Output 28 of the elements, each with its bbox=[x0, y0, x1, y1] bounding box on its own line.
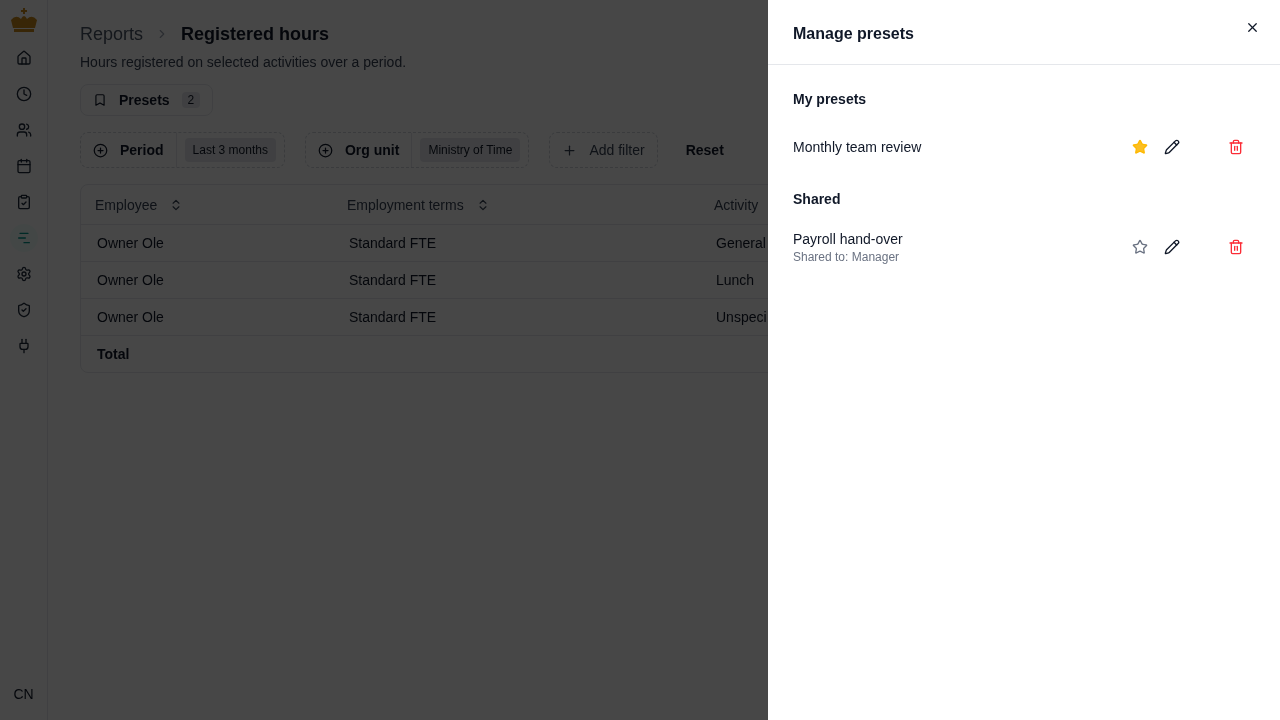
section-title: My presets bbox=[793, 90, 868, 109]
table-cell: Unspeci bbox=[716, 309, 767, 325]
preset-note: Shared to: Manager bbox=[793, 249, 901, 265]
pencil-icon bbox=[1164, 239, 1180, 255]
table-cell: Standard FTE bbox=[349, 235, 437, 251]
table-cell: Lunch bbox=[716, 272, 755, 288]
reset-button[interactable]: Reset bbox=[677, 140, 732, 160]
trash-icon bbox=[1228, 239, 1244, 255]
table-cell: Owner Ole bbox=[97, 272, 164, 288]
preset-name[interactable]: Monthly team review bbox=[793, 137, 1128, 157]
drawer-title: Manage presets bbox=[793, 24, 914, 44]
table-cell: Standard FTE bbox=[349, 309, 437, 325]
table-cell: Owner Ole bbox=[97, 235, 164, 251]
table-cell: Owner Ole bbox=[97, 309, 164, 325]
pencil-icon bbox=[1164, 139, 1180, 155]
page-title: Registered hours bbox=[181, 23, 330, 46]
section-title: Shared bbox=[793, 190, 842, 209]
close-icon bbox=[1245, 20, 1260, 35]
filter-label: Org unit bbox=[344, 141, 400, 160]
table-cell: General bbox=[716, 235, 766, 251]
filter-label: Period bbox=[120, 141, 164, 160]
preset-name[interactable]: Payroll hand-over bbox=[793, 229, 1128, 249]
trash-icon bbox=[1228, 139, 1244, 155]
page-subtitle: Hours registered on selected activities over a period. bbox=[80, 53, 408, 72]
star-icon bbox=[1132, 239, 1148, 255]
table-cell: Standard FTE bbox=[349, 272, 437, 288]
star-icon bbox=[1132, 139, 1148, 155]
total-label: Total bbox=[97, 345, 130, 364]
